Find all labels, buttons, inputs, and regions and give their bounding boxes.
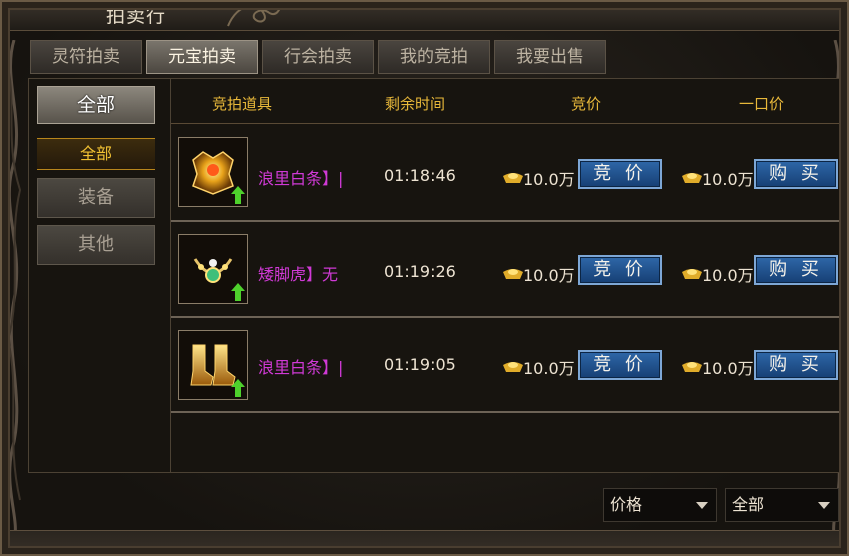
header-divider [171,123,842,124]
buy-button[interactable]: 购 买 [754,159,838,189]
left-dragon-ornament-icon [5,40,22,540]
row-divider [171,220,842,222]
sort-select-value: 价格 [610,495,643,514]
buyout-price: 10.0万 [702,359,754,378]
header-bid: 竞价 [571,95,602,113]
category-all-button[interactable]: 全部 [37,86,155,124]
item-slot[interactable] [178,330,248,400]
gold-ingot-icon [503,269,523,279]
header-buyout: 一口价 [739,95,785,113]
window-title: 拍卖行 [106,5,167,27]
category-other-button[interactable]: 其他 [37,225,155,265]
bid-price: 10.0万 [523,359,575,378]
gold-ingot-icon [682,269,702,279]
table-row[interactable]: 矮脚虎】无 01:19:26 10.0万 竞 价 10.0万 购 买 [171,225,842,320]
scope-select[interactable]: 全部 [725,488,839,522]
row-divider [171,316,842,318]
tab-talisman-auction[interactable]: 灵符拍卖 [30,40,142,74]
bid-button[interactable]: 竞 价 [578,159,662,189]
item-name: 矮脚虎】无 [258,265,339,284]
item-slot[interactable] [178,137,248,207]
sort-select[interactable]: 价格 [603,488,717,522]
buy-button[interactable]: 购 买 [754,350,838,380]
bottom-frame-ornament [0,530,849,556]
upgrade-arrow-icon [231,379,245,397]
ornament-icon [227,1,283,27]
bid-button[interactable]: 竞 价 [578,255,662,285]
remaining-time: 01:19:26 [384,262,456,281]
chevron-down-icon [696,502,708,509]
bid-price: 10.0万 [523,170,575,189]
tab-my-bids[interactable]: 我的竞拍 [378,40,490,74]
buy-button[interactable]: 购 买 [754,255,838,285]
upgrade-arrow-icon [231,186,245,204]
table-row[interactable]: 浪里白条】| 01:19:05 10.0万 竞 价 10.0万 购 买 [171,321,842,416]
buyout-price: 10.0万 [702,170,754,189]
scope-select-value: 全部 [732,495,765,514]
tab-guild-auction[interactable]: 行会拍卖 [262,40,374,74]
upgrade-arrow-icon [231,283,245,301]
header-time: 剩余时间 [385,95,446,113]
tab-ingot-auction[interactable]: 元宝拍卖 [146,40,258,74]
gold-ingot-icon [503,173,523,183]
gold-ingot-icon [682,173,702,183]
item-slot[interactable] [178,234,248,304]
item-name: 浪里白条】| [258,169,344,188]
gold-ingot-icon [682,362,702,372]
subcategory-all[interactable]: 全部 [37,138,155,170]
category-equipment-button[interactable]: 装备 [37,178,155,218]
row-divider [171,411,842,413]
tab-sell[interactable]: 我要出售 [494,40,606,74]
buyout-price: 10.0万 [702,266,754,285]
bid-price: 10.0万 [523,266,575,285]
header-item: 竞拍道具 [212,95,273,113]
title-bar: 拍卖行 [0,0,849,31]
gold-ingot-icon [503,362,523,372]
item-name: 浪里白条】| [258,358,344,377]
bid-button[interactable]: 竞 价 [578,350,662,380]
remaining-time: 01:19:05 [384,355,456,374]
auction-house-window: 拍卖行 灵符拍卖 元宝拍卖 行会拍卖 我的竞拍 我要出售 全部 全部 装备 其他… [0,0,849,556]
table-row[interactable]: 浪里白条】| 01:18:46 10.0万 竞 价 10.0万 购 买 [171,128,842,223]
remaining-time: 01:18:46 [384,166,456,185]
chevron-down-icon [818,502,830,509]
